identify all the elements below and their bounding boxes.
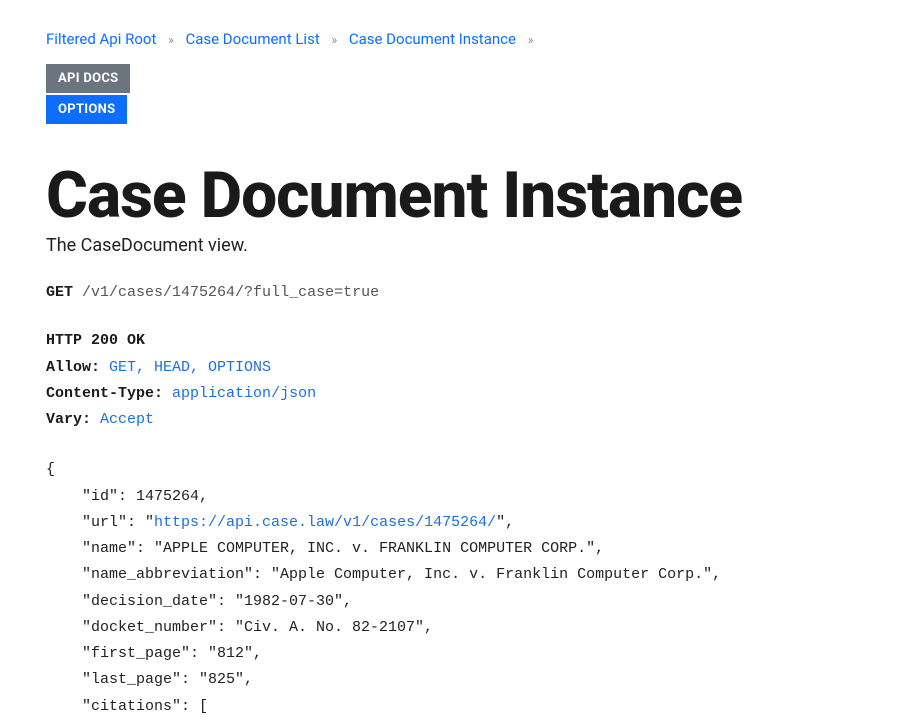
breadcrumb: Filtered Api Root » Case Document List »… [46,0,875,64]
request-line: GET /v1/cases/1475264/?full_case=true [46,280,875,306]
breadcrumb-list[interactable]: Case Document List [185,30,319,48]
json-id: "id": 1475264, [46,488,208,505]
action-buttons: API DOCS OPTIONS [46,64,875,124]
response-headers: HTTP 200 OK Allow: GET, HEAD, OPTIONS Co… [46,328,875,433]
vary-value: Accept [100,411,154,428]
options-button[interactable]: OPTIONS [46,95,127,124]
json-citations: "citations": [ [46,698,208,715]
json-url-link[interactable]: https://api.case.law/v1/cases/1475264/ [154,514,496,531]
request-method: GET [46,284,73,301]
json-abbr: "name_abbreviation": "Apple Computer, In… [46,566,721,583]
breadcrumb-instance[interactable]: Case Document Instance [349,30,516,48]
json-name: "name": "APPLE COMPUTER, INC. v. FRANKLI… [46,540,604,557]
json-open: { [46,461,55,478]
json-docket: "docket_number": "Civ. A. No. 82-2107", [46,619,433,636]
breadcrumb-sep: » [160,33,182,47]
vary-label: Vary: [46,411,91,428]
breadcrumb-sep: » [520,33,542,47]
json-url-post: ", [496,514,514,531]
json-last: "last_page": "825", [46,671,253,688]
json-date: "decision_date": "1982-07-30", [46,593,352,610]
status-line: HTTP 200 OK [46,332,145,349]
breadcrumb-sep: » [323,33,345,47]
request-path: /v1/cases/1475264/?full_case=true [82,284,379,301]
allow-value: GET, HEAD, OPTIONS [109,359,271,376]
ctype-label: Content-Type: [46,385,163,402]
page-subtitle: The CaseDocument view. [46,235,875,256]
page-title: Case Document Instance [46,162,875,229]
ctype-value: application/json [172,385,316,402]
json-url-pre: "url": " [46,514,154,531]
json-body: { "id": 1475264, "url": "https://api.cas… [46,457,875,720]
json-first: "first_page": "812", [46,645,262,662]
allow-label: Allow: [46,359,100,376]
api-docs-button[interactable]: API DOCS [46,64,130,93]
breadcrumb-root[interactable]: Filtered Api Root [46,30,156,48]
